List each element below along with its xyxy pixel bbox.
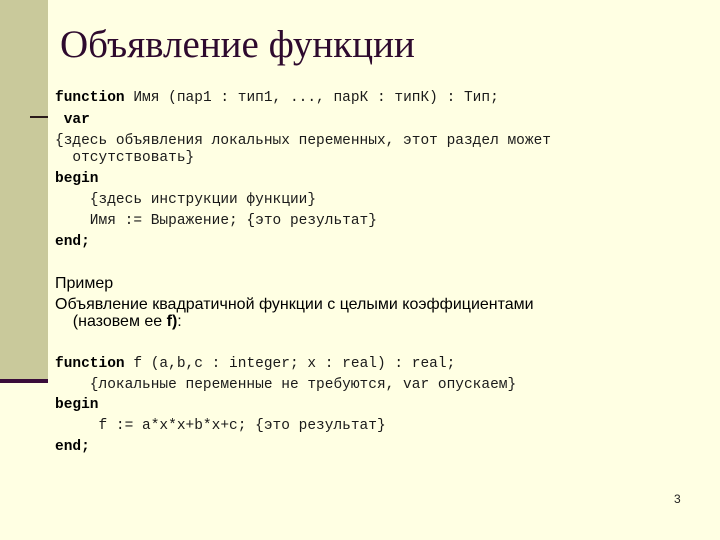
bullet-dash [30,116,48,118]
sidebar-decoration [0,0,48,379]
example-code-line-4: f := a*x*x+b*x+c; {это результат} [55,418,386,434]
example-desc-line-1: Объявление квадратичной функции с целыми… [55,296,534,313]
syntax-line-8: end; [55,234,90,250]
example-code-line-2: {локальные переменные не требуются, var … [55,377,517,393]
slide-title: Объявление функции [60,23,415,66]
keyword-end: end; [55,439,90,455]
keyword-var: var [55,112,90,128]
example-heading: Пример [55,275,114,292]
keyword-function: function [55,356,125,372]
syntax-line-3: {здесь объявления локальных переменных, … [55,133,551,149]
example-desc-line-2: (назовем ее f): [55,313,182,330]
syntax-line-4: отсутствовать} [55,150,195,166]
example-code-line-5: end; [55,439,90,455]
syntax-line-2: var [55,112,90,128]
keyword-end: end; [55,234,90,250]
syntax-line-7: Имя := Выражение; {это результат} [55,213,377,229]
sidebar-underline [0,379,48,383]
example-code-line-1: function f (a,b,c : integer; x : real) :… [55,356,456,372]
example-code-line-3: begin [55,397,99,413]
syntax-line-1: function Имя (пар1 : тип1, ..., парК : т… [55,90,499,106]
keyword-begin: begin [55,397,99,413]
keyword-begin: begin [55,171,99,187]
page-number: 3 [674,492,681,506]
syntax-line-6: {здесь инструкции функции} [55,192,317,208]
keyword-function: function [55,90,125,106]
syntax-line-5: begin [55,171,99,187]
